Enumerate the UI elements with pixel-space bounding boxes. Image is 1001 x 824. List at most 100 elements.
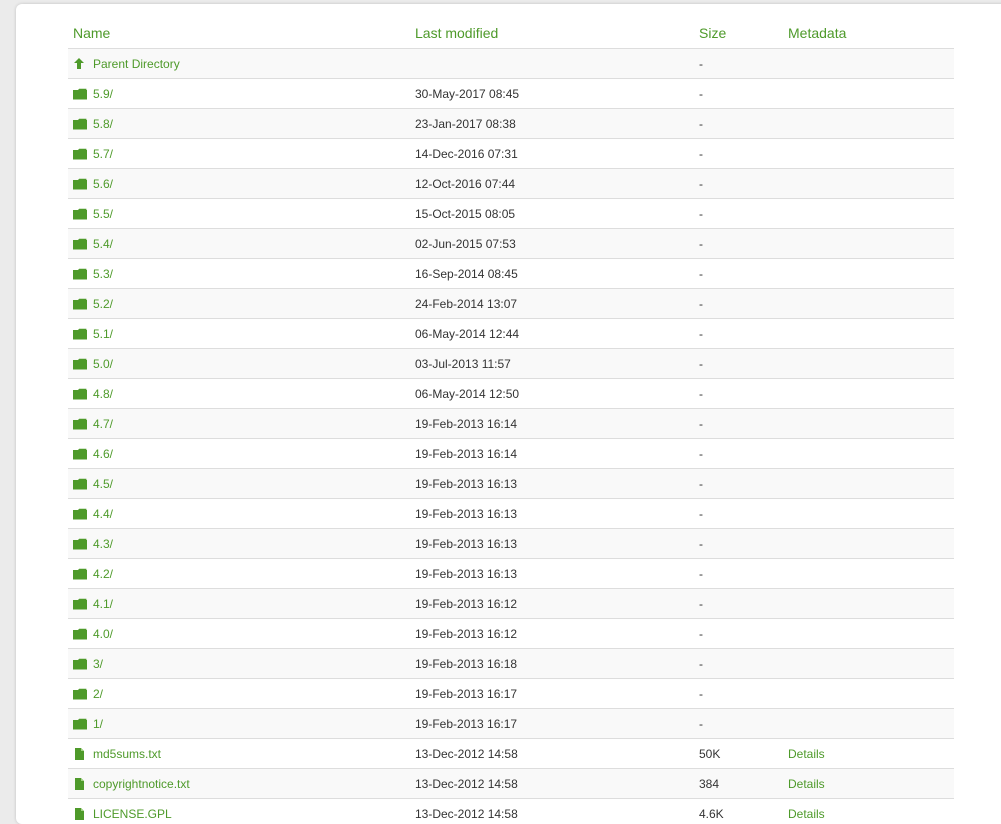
details-link[interactable]: Details [788,747,825,761]
column-header-name[interactable]: Name [68,17,410,49]
last-modified-cell: 30-May-2017 08:45 [410,79,694,109]
size-cell: - [694,139,783,169]
size-cell: - [694,259,783,289]
table-row: 4.2/ 19-Feb-2013 16:13 - [68,559,954,589]
folder-icon [73,568,87,580]
table-row: 4.3/ 19-Feb-2013 16:13 - [68,529,954,559]
entry-link[interactable]: 4.3/ [93,537,113,551]
metadata-cell: Details [783,799,954,824]
last-modified-cell: 19-Feb-2013 16:13 [410,559,694,589]
entry-link[interactable]: 1/ [93,717,103,731]
table-row: 5.7/ 14-Dec-2016 07:31 - [68,139,954,169]
entry-link[interactable]: 5.6/ [93,177,113,191]
table-row: LICENSE.GPL 13-Dec-2012 14:58 4.6K Detai… [68,799,954,824]
entry-link[interactable]: copyrightnotice.txt [93,777,190,791]
size-cell: - [694,469,783,499]
entry-link[interactable]: md5sums.txt [93,747,161,761]
entry-link[interactable]: Parent Directory [93,57,180,71]
last-modified-cell: 19-Feb-2013 16:12 [410,619,694,649]
size-cell: - [694,679,783,709]
entry-link[interactable]: 5.4/ [93,237,113,251]
metadata-cell [783,679,954,709]
entry-link[interactable]: 4.6/ [93,447,113,461]
folder-icon [73,598,87,610]
metadata-cell [783,529,954,559]
size-cell: - [694,349,783,379]
entry-link[interactable]: 2/ [93,687,103,701]
entry-link[interactable]: 5.8/ [93,117,113,131]
last-modified-cell: 19-Feb-2013 16:17 [410,709,694,739]
entry-link[interactable]: 5.9/ [93,87,113,101]
entry-link[interactable]: 5.7/ [93,147,113,161]
size-cell: - [694,499,783,529]
last-modified-cell: 13-Dec-2012 14:58 [410,769,694,799]
name-cell: 5.0/ [68,349,410,379]
name-cell: 1/ [68,709,410,739]
column-header-last-modified[interactable]: Last modified [410,17,694,49]
folder-icon [73,388,87,400]
folder-icon [73,178,87,190]
entry-link[interactable]: 4.4/ [93,507,113,521]
last-modified-cell: 19-Feb-2013 16:17 [410,679,694,709]
table-row: 5.4/ 02-Jun-2015 07:53 - [68,229,954,259]
last-modified-cell: 19-Feb-2013 16:13 [410,499,694,529]
entry-link[interactable]: 5.2/ [93,297,113,311]
metadata-cell [783,229,954,259]
name-cell: 5.9/ [68,79,410,109]
name-cell: 5.1/ [68,319,410,349]
name-cell: 5.2/ [68,289,410,319]
entry-link[interactable]: 4.8/ [93,387,113,401]
metadata-cell [783,49,954,79]
details-link[interactable]: Details [788,807,825,821]
name-cell: 5.4/ [68,229,410,259]
entry-link[interactable]: 4.7/ [93,417,113,431]
table-row: 4.4/ 19-Feb-2013 16:13 - [68,499,954,529]
entry-link[interactable]: 5.5/ [93,207,113,221]
name-cell: md5sums.txt [68,739,410,769]
entry-link[interactable]: 4.5/ [93,477,113,491]
entry-link[interactable]: 4.0/ [93,627,113,641]
last-modified-cell: 13-Dec-2012 14:58 [410,739,694,769]
size-cell: 4.6K [694,799,783,824]
last-modified-cell: 12-Oct-2016 07:44 [410,169,694,199]
metadata-cell: Details [783,739,954,769]
entry-link[interactable]: 5.0/ [93,357,113,371]
last-modified-cell: 14-Dec-2016 07:31 [410,139,694,169]
column-header-metadata[interactable]: Metadata [783,17,954,49]
metadata-cell [783,319,954,349]
file-icon [73,808,87,820]
entry-link[interactable]: 3/ [93,657,103,671]
entry-link[interactable]: 4.2/ [93,567,113,581]
folder-icon [73,718,87,730]
table-row: 5.3/ 16-Sep-2014 08:45 - [68,259,954,289]
last-modified-cell: 15-Oct-2015 08:05 [410,199,694,229]
metadata-cell [783,649,954,679]
table-row: 5.2/ 24-Feb-2014 13:07 - [68,289,954,319]
table-row: 4.1/ 19-Feb-2013 16:12 - [68,589,954,619]
name-cell: 4.1/ [68,589,410,619]
folder-icon [73,688,87,700]
table-row: 5.1/ 06-May-2014 12:44 - [68,319,954,349]
entry-link[interactable]: 5.1/ [93,327,113,341]
metadata-cell [783,469,954,499]
last-modified-cell: 03-Jul-2013 11:57 [410,349,694,379]
name-cell: copyrightnotice.txt [68,769,410,799]
table-row: Parent Directory - [68,49,954,79]
table-row: 2/ 19-Feb-2013 16:17 - [68,679,954,709]
last-modified-cell: 06-May-2014 12:44 [410,319,694,349]
entry-link[interactable]: 4.1/ [93,597,113,611]
size-cell: - [694,529,783,559]
last-modified-cell: 24-Feb-2014 13:07 [410,289,694,319]
name-cell: LICENSE.GPL [68,799,410,824]
table-row: md5sums.txt 13-Dec-2012 14:58 50K Detail… [68,739,954,769]
entry-link[interactable]: 5.3/ [93,267,113,281]
size-cell: - [694,169,783,199]
last-modified-cell: 19-Feb-2013 16:12 [410,589,694,619]
column-header-size[interactable]: Size [694,17,783,49]
details-link[interactable]: Details [788,777,825,791]
metadata-cell: Details [783,769,954,799]
metadata-cell [783,559,954,589]
last-modified-cell: 23-Jan-2017 08:38 [410,109,694,139]
last-modified-cell: 02-Jun-2015 07:53 [410,229,694,259]
entry-link[interactable]: LICENSE.GPL [93,807,172,821]
